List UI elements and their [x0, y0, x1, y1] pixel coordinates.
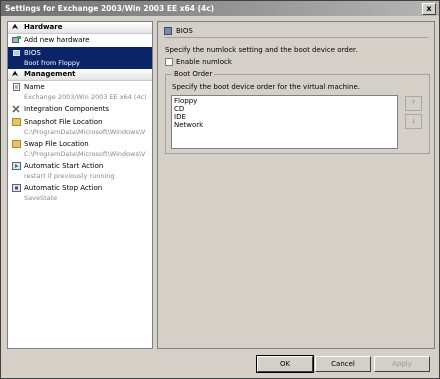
sidebar-item-value: Exchange 2003/Win 2003 EE x64 (4c) — [24, 93, 147, 101]
bios-chip-icon — [12, 49, 21, 57]
add-hardware-icon — [12, 36, 21, 44]
panel-header: BIOS — [164, 27, 428, 38]
hardware-section-header[interactable]: ⮝ Hardware — [8, 22, 152, 34]
close-icon[interactable]: x — [422, 3, 436, 15]
folder-icon — [12, 140, 21, 148]
sidebar-item-value: restart if previously running — [24, 172, 115, 180]
sidebar-item-bios[interactable]: BIOS Boot from Floppy — [8, 47, 152, 69]
sidebar-item-label: BIOS — [24, 49, 41, 57]
collapse-icon: ⮝ — [12, 70, 18, 78]
tools-icon — [12, 105, 21, 113]
ok-button[interactable]: OK — [256, 355, 314, 373]
sidebar-item-auto-start[interactable]: Automatic Start Action restart if previo… — [8, 160, 152, 182]
panel-title: BIOS — [176, 27, 193, 35]
numlock-checkbox[interactable] — [165, 58, 173, 66]
list-item[interactable]: Floppy — [174, 97, 395, 105]
sidebar-item-add-hardware[interactable]: Add new hardware — [8, 34, 152, 47]
boot-order-description: Specify the boot device order for the vi… — [172, 83, 360, 91]
title-bar: Settings for Exchange 2003/Win 2003 EE x… — [1, 1, 439, 16]
folder-icon — [12, 118, 21, 126]
sidebar-item-auto-stop[interactable]: Automatic Stop Action SaveState — [8, 182, 152, 204]
sidebar-item-value: SaveState — [24, 194, 58, 202]
move-down-button[interactable]: ↓ — [405, 114, 422, 129]
sidebar-item-label: Automatic Start Action — [24, 162, 104, 170]
numlock-label: Enable numlock — [176, 58, 232, 66]
list-item[interactable]: Network — [174, 121, 395, 129]
sidebar-item-name[interactable]: Name Exchange 2003/Win 2003 EE x64 (4c) — [8, 81, 152, 103]
sidebar-item-label: Automatic Stop Action — [24, 184, 103, 192]
sidebar-item-integration-components[interactable]: Integration Components — [8, 103, 152, 116]
apply-button[interactable]: Apply — [374, 356, 430, 372]
stop-action-icon — [12, 184, 21, 192]
sidebar-item-value: C:\ProgramData\Microsoft\Windows\V — [24, 150, 146, 158]
start-action-icon — [12, 162, 21, 170]
panel-description: Specify the numlock setting and the boot… — [165, 46, 358, 54]
numlock-checkbox-row[interactable]: Enable numlock — [165, 58, 232, 67]
window-title: Settings for Exchange 2003/Win 2003 EE x… — [5, 4, 215, 13]
bios-chip-icon — [164, 27, 172, 35]
settings-window: Settings for Exchange 2003/Win 2003 EE x… — [0, 0, 440, 379]
sidebar-item-label: Integration Components — [24, 105, 110, 113]
sidebar-item-value: C:\ProgramData\Microsoft\Windows\V — [24, 128, 146, 136]
bios-panel: BIOS Specify the numlock setting and the… — [157, 21, 435, 349]
sidebar-item-snapshot-location[interactable]: Snapshot File Location C:\ProgramData\Mi… — [8, 116, 152, 138]
move-up-button[interactable]: ↑ — [405, 96, 422, 111]
settings-tree: ⮝ Hardware Add new hardware BIOS Boot fr… — [7, 21, 153, 349]
sidebar-item-label: Swap File Location — [24, 140, 89, 148]
name-page-icon — [12, 83, 21, 91]
cancel-button[interactable]: Cancel — [315, 356, 371, 372]
sidebar-item-swap-location[interactable]: Swap File Location C:\ProgramData\Micros… — [8, 138, 152, 160]
sidebar-item-value: Boot from Floppy — [24, 59, 80, 67]
sidebar-item-label: Name — [24, 83, 45, 91]
sidebar-item-label: Snapshot File Location — [24, 118, 103, 126]
sidebar-item-label: Add new hardware — [24, 36, 90, 44]
management-section-header[interactable]: ⮝ Management — [8, 69, 152, 81]
boot-order-label: Boot Order — [172, 70, 215, 78]
boot-order-list[interactable]: Floppy CD IDE Network — [171, 95, 398, 149]
list-item[interactable]: IDE — [174, 113, 395, 121]
list-item[interactable]: CD — [174, 105, 395, 113]
collapse-icon: ⮝ — [12, 23, 18, 31]
boot-order-group: Boot Order Specify the boot device order… — [165, 70, 430, 154]
